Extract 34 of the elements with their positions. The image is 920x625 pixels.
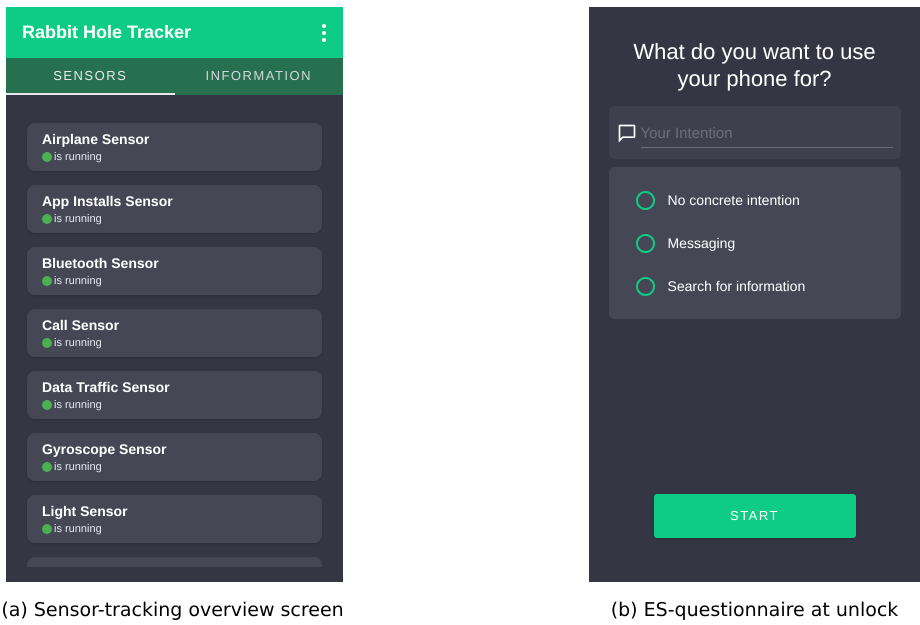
radio-option[interactable]: Search for information <box>636 274 810 298</box>
sensor-name: Airplane Sensor <box>42 130 150 148</box>
sensor-name: Call Sensor <box>42 316 120 334</box>
radio-button[interactable] <box>636 190 654 210</box>
comment-icon <box>616 122 636 142</box>
tab[interactable]: SENSORS <box>6 58 174 95</box>
sensor-name: Gyroscope Sensor <box>42 440 168 458</box>
sensor-status: is running <box>54 522 102 537</box>
app-title: Rabbit Hole Tracker <box>22 21 192 44</box>
sensor-card[interactable]: Bluetooth Sensor is running <box>27 247 322 295</box>
figure-caption: (b) ES-questionnaire at unlock <box>610 598 898 623</box>
sensor-card[interactable]: Light Sensor is running <box>27 495 322 543</box>
figure-caption: (a) Sensor-tracking overview screen <box>1 598 344 623</box>
sensor-card[interactable]: App Installs Sensor is running <box>27 185 322 233</box>
sensor-name: Data Traffic Sensor <box>42 378 171 396</box>
radio-button[interactable] <box>636 234 654 252</box>
sensor-name: Light Sensor <box>42 502 129 520</box>
radio-option[interactable]: Messaging <box>636 231 740 255</box>
sensor-status: is running <box>54 274 102 289</box>
tab[interactable]: INFORMATION <box>174 58 343 95</box>
sensor-status: is running <box>54 398 102 413</box>
sensor-card[interactable]: Data Traffic Sensor is running <box>27 371 322 419</box>
radio-option[interactable]: No concrete intention <box>636 188 804 212</box>
question-heading: What do you want to use your phone for? <box>632 38 877 92</box>
sensor-status: is running <box>54 460 102 475</box>
sensor-status: is running <box>54 336 102 351</box>
sensor-card[interactable]: Airplane Sensor is running <box>27 123 322 171</box>
sensor-name: App Installs Sensor <box>42 192 174 210</box>
sensor-name: Bluetooth Sensor <box>42 254 160 272</box>
sensor-card[interactable]: Call Sensor is running <box>27 309 322 357</box>
sensor-status: is running <box>54 212 102 227</box>
sensor-card[interactable]: Gyroscope Sensor is running <box>27 433 322 481</box>
radio-button[interactable] <box>636 276 654 296</box>
sensor-status: is running <box>54 150 102 165</box>
